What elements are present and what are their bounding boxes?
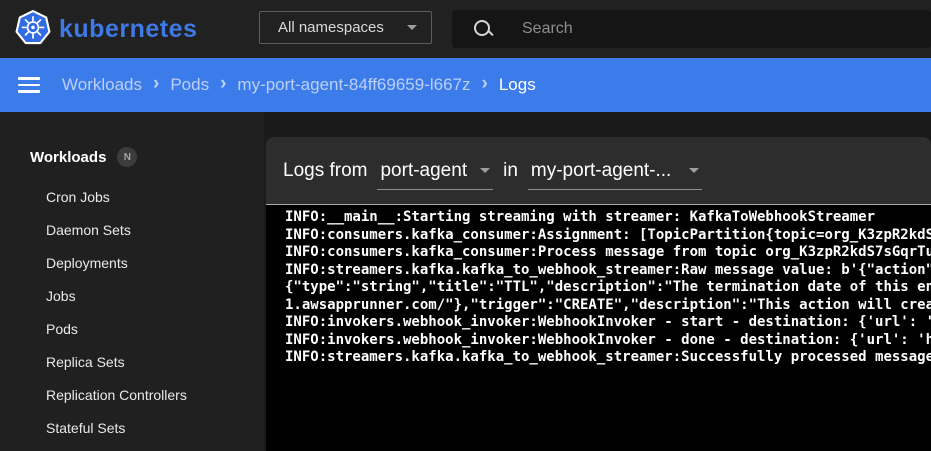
- sidebar-item-jobs[interactable]: Jobs: [0, 279, 264, 312]
- sidebar-item-cron-jobs[interactable]: Cron Jobs: [0, 180, 264, 213]
- logs-from-label: Logs from: [283, 160, 367, 182]
- chevron-down-icon: [407, 25, 417, 30]
- brand[interactable]: kubernetes: [14, 9, 197, 49]
- breadcrumb-item[interactable]: Workloads: [62, 75, 142, 95]
- log-line: {"type":"string","title":"TTL","descript…: [285, 279, 931, 297]
- log-line: INFO:invokers.webhook_invoker:WebhookInv…: [285, 314, 931, 332]
- chevron-right-icon: ›: [220, 73, 226, 95]
- chevron-right-icon: ›: [482, 73, 488, 95]
- sidebar-item-daemon-sets[interactable]: Daemon Sets: [0, 213, 264, 246]
- log-line: INFO:invokers.webhook_invoker:WebhookInv…: [285, 332, 931, 350]
- container-select[interactable]: port-agent: [377, 158, 493, 190]
- namespace-select[interactable]: All namespaces: [259, 11, 432, 44]
- main-content: Logs from port-agent in my-port-agent-..…: [264, 112, 931, 451]
- log-line: INFO:streamers.kafka.kafka_to_webhook_st…: [285, 349, 931, 367]
- logs-toolbar: Logs from port-agent in my-port-agent-..…: [266, 137, 931, 205]
- sidebar-item-pods[interactable]: Pods: [0, 312, 264, 345]
- menu-hamburger-icon[interactable]: [18, 77, 40, 93]
- sidebar-item-replica-sets[interactable]: Replica Sets: [0, 345, 264, 378]
- sidebar-item-replication-controllers[interactable]: Replication Controllers: [0, 378, 264, 411]
- search-box[interactable]: [452, 10, 931, 48]
- in-label: in: [503, 160, 518, 182]
- breadcrumb-item[interactable]: Pods: [170, 75, 209, 95]
- log-line: 1.awsapprunner.com/"},"trigger":"CREATE"…: [285, 297, 931, 315]
- kubernetes-logo-icon: [14, 9, 52, 49]
- breadcrumb-item[interactable]: my-port-agent-84ff69659-l667z: [237, 75, 470, 95]
- sidebar-item-stateful-sets[interactable]: Stateful Sets: [0, 411, 264, 444]
- pod-select-value: my-port-agent-...: [531, 160, 676, 182]
- brand-wordmark: kubernetes: [59, 15, 197, 44]
- log-line: INFO:__main__:Starting streaming with st…: [285, 209, 931, 227]
- log-line: INFO:consumers.kafka_consumer:Assignment…: [285, 227, 931, 245]
- pod-select[interactable]: my-port-agent-...: [528, 158, 702, 190]
- sidebar: Workloads N Cron JobsDaemon SetsDeployme…: [0, 112, 264, 451]
- namespaced-badge: N: [117, 147, 137, 167]
- log-line: INFO:consumers.kafka_consumer:Process me…: [285, 244, 931, 262]
- app-bar: Workloads › Pods › my-port-agent-84ff69659-l…: [0, 58, 931, 112]
- breadcrumb-current: Logs: [499, 75, 536, 95]
- chevron-down-icon: [689, 168, 699, 173]
- sidebar-menu: Cron JobsDaemon SetsDeploymentsJobsPodsR…: [0, 180, 264, 444]
- chevron-right-icon: ›: [153, 73, 159, 95]
- search-input[interactable]: [522, 20, 931, 38]
- sidebar-section-workloads[interactable]: Workloads N: [0, 146, 264, 168]
- page-body: Workloads N Cron JobsDaemon SetsDeployme…: [0, 112, 931, 451]
- logs-card: Logs from port-agent in my-port-agent-..…: [266, 137, 931, 451]
- log-viewer[interactable]: INFO:__main__:Starting streaming with st…: [266, 205, 931, 451]
- search-icon: [473, 19, 493, 39]
- container-select-value: port-agent: [380, 160, 467, 182]
- chevron-down-icon: [480, 168, 490, 173]
- log-line: INFO:streamers.kafka.kafka_to_webhook_st…: [285, 262, 931, 280]
- sidebar-item-deployments[interactable]: Deployments: [0, 246, 264, 279]
- top-bar: kubernetes All namespaces: [0, 0, 931, 58]
- namespace-select-value: All namespaces: [278, 19, 407, 36]
- breadcrumb: Workloads › Pods › my-port-agent-84ff69659-l…: [62, 74, 536, 96]
- sidebar-section-label: Workloads: [30, 149, 106, 166]
